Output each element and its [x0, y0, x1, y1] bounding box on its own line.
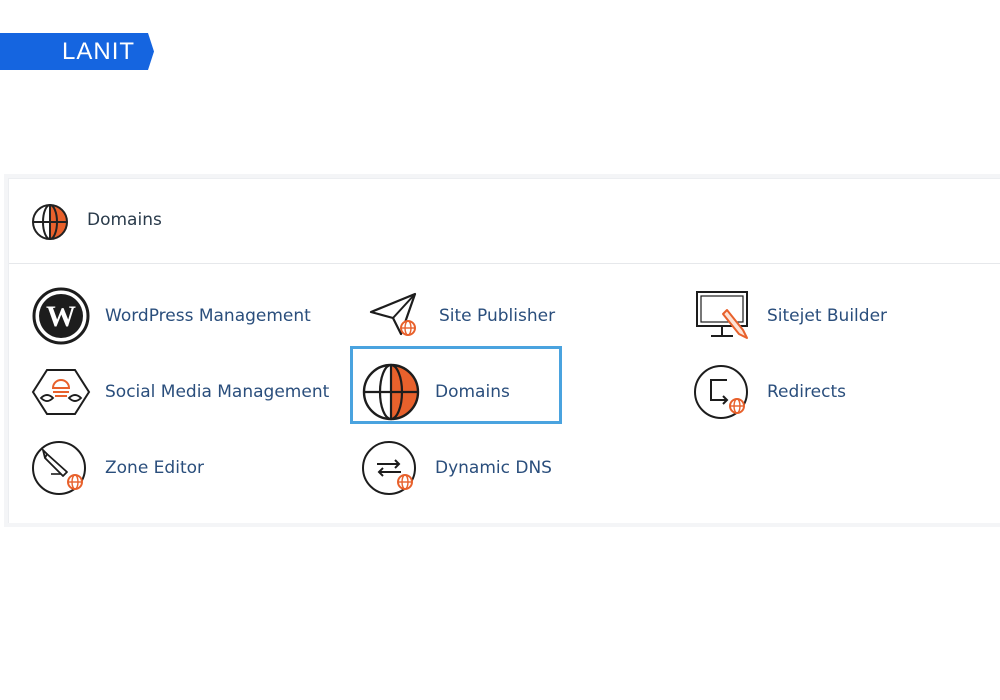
item-label: WordPress Management — [105, 306, 311, 326]
site-publisher-link[interactable]: Site Publisher — [365, 284, 555, 348]
sitejet-builder-link[interactable]: Sitejet Builder — [693, 284, 887, 348]
panel-header: Domains — [9, 179, 1000, 264]
domains-highlight-frame — [350, 346, 562, 424]
brand-name: LANIT — [62, 38, 136, 65]
item-label: Dynamic DNS — [435, 458, 552, 478]
paper-plane-icon — [365, 286, 425, 346]
svg-text:W: W — [46, 300, 76, 333]
redirects-link[interactable]: Redirects — [693, 360, 846, 424]
item-label: Site Publisher — [439, 306, 556, 326]
social-media-management-link[interactable]: Social Media Management — [31, 360, 329, 424]
item-label: Sitejet Builder — [767, 306, 888, 326]
dynamic-dns-icon — [361, 438, 421, 498]
item-label: Redirects — [767, 382, 846, 402]
dynamic-dns-link[interactable]: Dynamic DNS — [361, 436, 552, 500]
panel-title: Domains — [87, 210, 162, 230]
social-media-icon — [31, 362, 91, 422]
globe-icon — [31, 203, 69, 245]
zone-editor-icon — [31, 438, 91, 498]
item-label: Zone Editor — [105, 458, 204, 478]
monitor-pencil-icon — [693, 286, 753, 346]
redirect-icon — [693, 362, 753, 422]
wordpress-management-link[interactable]: W WordPress Management — [31, 284, 311, 348]
zone-editor-link[interactable]: Zone Editor — [31, 436, 204, 500]
wordpress-icon: W — [31, 286, 91, 346]
brand-logo: LANIT — [0, 33, 154, 70]
item-label: Social Media Management — [105, 382, 330, 402]
